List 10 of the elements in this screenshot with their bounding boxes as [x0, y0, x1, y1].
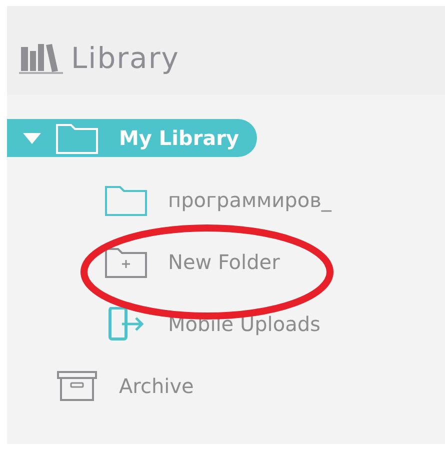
tree-item[interactable]: программиров_: [104, 181, 350, 219]
library-title: Library: [71, 40, 180, 74]
tree-item[interactable]: Archive: [7, 367, 212, 405]
folder-icon: [55, 121, 99, 155]
archive-box-icon: [55, 369, 99, 403]
caret-icon[interactable]: [21, 131, 43, 145]
folder-icon: [104, 183, 148, 217]
add-folder-icon: [104, 245, 148, 279]
tree-item[interactable]: New Folder: [104, 243, 298, 281]
tree-item[interactable]: My Library: [7, 119, 258, 157]
